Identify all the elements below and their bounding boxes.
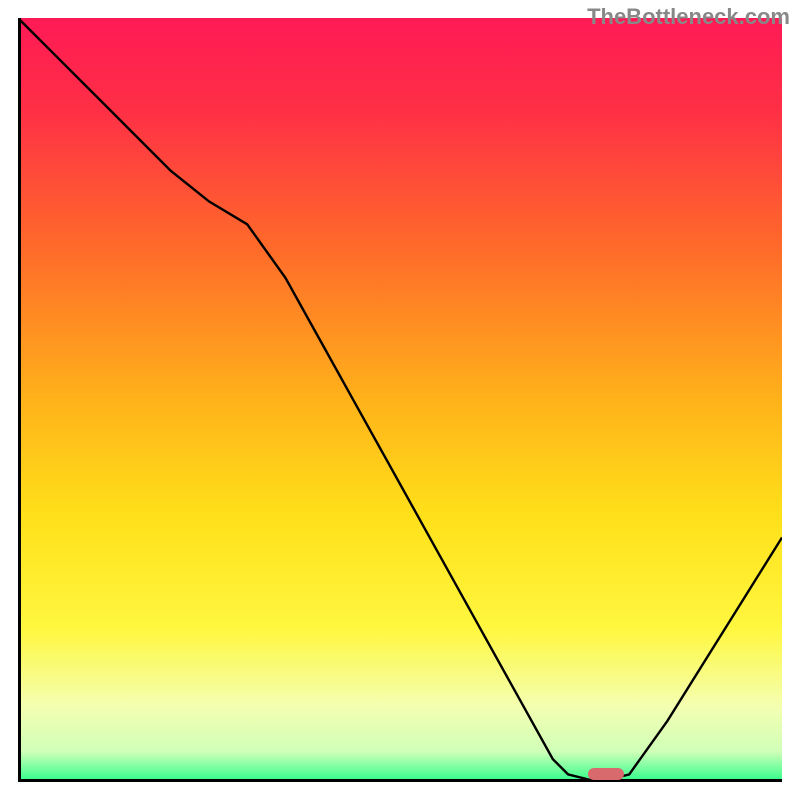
watermark: TheBottleneck.com xyxy=(587,4,790,30)
target-marker xyxy=(588,768,624,780)
bottleneck-curve xyxy=(18,18,782,782)
watermark-text: TheBottleneck.com xyxy=(587,4,790,29)
plot-area xyxy=(18,18,782,782)
chart-container: TheBottleneck.com xyxy=(0,0,800,800)
axis-y xyxy=(18,18,21,782)
axis-x xyxy=(18,779,782,782)
